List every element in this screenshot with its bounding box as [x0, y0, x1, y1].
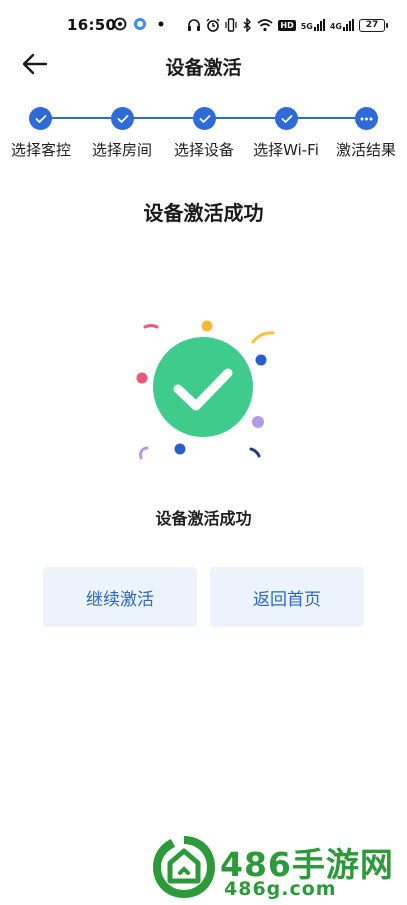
step-connector: [51, 117, 111, 119]
nav-bar: 设备激活: [0, 40, 407, 88]
step-label: 选择房间: [91, 141, 153, 159]
step-3-check-icon: [193, 107, 216, 130]
step-4-check-icon: [275, 107, 298, 130]
bluetooth-icon: [243, 18, 252, 32]
step-connector: [133, 117, 193, 119]
continue-activation-button[interactable]: 继续激活: [43, 567, 197, 627]
success-caption: 设备激活成功: [155, 509, 252, 528]
return-home-button[interactable]: 返回首页: [210, 567, 364, 627]
headphones-icon: [188, 19, 201, 31]
watermark-domain: 486g.com: [224, 878, 337, 900]
alarm-icon: [206, 18, 220, 32]
activation-stepper: 选择客控 选择房间 选择设备 选择Wi-Fi 激活结果: [0, 105, 407, 165]
signal-2-label: 4G: [329, 22, 342, 31]
step-label: 选择设备: [173, 141, 235, 159]
browser-notification-icon: [134, 18, 146, 30]
step-connector: [215, 117, 275, 119]
result-heading: 设备激活成功: [143, 201, 264, 225]
step-label: 选择客控: [10, 141, 72, 159]
step-5-ellipsis-icon: [355, 107, 378, 130]
app-notification-icon: [113, 17, 127, 31]
battery-indicator: 27: [359, 18, 388, 32]
status-icons: HD 5G 4G 27: [187, 15, 388, 35]
signal-5g-icon: 5G: [301, 19, 325, 31]
site-watermark: 486手游网 486g.com: [150, 828, 407, 905]
step-label: 选择Wi-Fi: [253, 141, 319, 159]
step-connector: [297, 117, 357, 119]
wifi-icon: [257, 19, 273, 32]
success-check-icon: [136, 320, 275, 460]
step-1-check-icon: [29, 107, 52, 130]
hd-badge: HD: [278, 19, 296, 31]
step-2-check-icon: [111, 107, 134, 130]
watermark-logo-icon: [153, 836, 215, 898]
page-title: 设备激活: [165, 57, 242, 79]
step-label: 激活结果: [335, 141, 397, 159]
status-time: 16:50: [67, 16, 117, 34]
vibrate-icon: [225, 18, 237, 32]
more-notifications-dot-icon: [158, 21, 164, 27]
signal-4g-icon: 4G: [330, 19, 354, 31]
signal-1-label: 5G: [300, 22, 313, 31]
